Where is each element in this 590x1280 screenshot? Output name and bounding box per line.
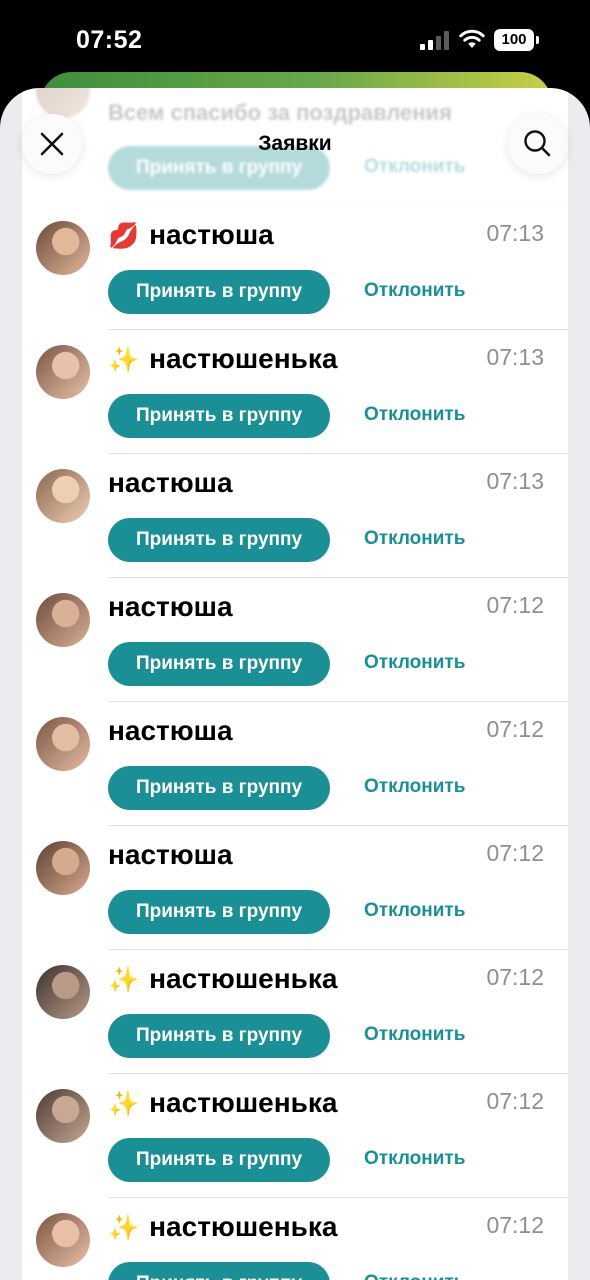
page-title: Заявки: [258, 132, 332, 155]
requester-name: ✨ настюшенька: [108, 962, 337, 997]
status-time: 07:52: [76, 26, 143, 54]
search-button[interactable]: [508, 114, 568, 174]
avatar[interactable]: [36, 593, 90, 647]
avatar[interactable]: [36, 965, 90, 1019]
request-row: ✨ настюшенька 07:12 Принять в группу Отклони…: [22, 950, 568, 1074]
request-row: ✨ настюшенька 07:13 Принять в группу Отклони…: [22, 330, 568, 454]
request-row: ✨ настюшенька 07:12 Принять в группу Отклони…: [22, 1198, 568, 1280]
accept-button[interactable]: Принять в группу: [108, 766, 330, 810]
avatar[interactable]: [36, 1213, 90, 1267]
avatar[interactable]: [36, 221, 90, 275]
reject-button[interactable]: Отклонить: [364, 1024, 465, 1046]
avatar[interactable]: [36, 1089, 90, 1143]
request-row: ✨ настюшенька 07:12 Принять в группу Отклони…: [22, 1074, 568, 1198]
reject-button[interactable]: Отклонить: [364, 1272, 465, 1280]
reject-button[interactable]: Отклонить: [364, 280, 465, 302]
name-text: настюша: [149, 219, 274, 250]
requester-name: настюша: [108, 466, 233, 500]
requester-name: настюша: [108, 714, 233, 748]
request-time: 07:12: [486, 840, 544, 866]
avatar[interactable]: [36, 345, 90, 399]
request-time: 07:13: [486, 468, 544, 494]
reject-button[interactable]: Отклонить: [364, 652, 465, 674]
request-row: настюша 07:13 Принять в группу Отклонить: [22, 454, 568, 578]
name-text: настюшенька: [149, 1211, 338, 1242]
cellular-signal-icon: [420, 30, 450, 50]
request-time: 07:13: [486, 344, 544, 370]
name-emoji: ✨: [108, 1090, 140, 1118]
battery-level: 100: [501, 31, 527, 48]
accept-button[interactable]: Принять в группу: [108, 518, 330, 562]
request-row: настюша 07:12 Принять в группу Отклонить: [22, 826, 568, 950]
avatar[interactable]: [36, 469, 90, 523]
request-time: 07:12: [486, 964, 544, 990]
reject-button[interactable]: Отклонить: [364, 900, 465, 922]
reject-button[interactable]: Отклонить: [364, 776, 465, 798]
name-text: настюша: [108, 839, 233, 870]
accept-button[interactable]: Принять в группу: [108, 642, 330, 686]
name-text: настюша: [108, 467, 233, 498]
accept-button[interactable]: Принять в группу: [108, 890, 330, 934]
requester-name: ✨ настюшенька: [108, 1086, 337, 1121]
name-text: настюшенька: [149, 343, 338, 374]
accept-button[interactable]: Принять в группу: [108, 1014, 330, 1058]
requester-name: настюша: [108, 838, 233, 872]
name-text: настюшенька: [149, 1087, 338, 1118]
reject-button[interactable]: Отклонить: [364, 1148, 465, 1170]
accept-button[interactable]: Принять в группу: [108, 394, 330, 438]
request-time: 07:12: [486, 592, 544, 618]
accept-button[interactable]: Принять в группу: [108, 1138, 330, 1182]
request-time: 07:12: [486, 1088, 544, 1114]
status-bar: 07:52 100: [0, 0, 590, 80]
request-row: настюша 07:12 Принять в группу Отклонить: [22, 702, 568, 826]
reject-button[interactable]: Отклонить: [364, 528, 465, 550]
avatar[interactable]: [36, 717, 90, 771]
name-text: настюша: [108, 715, 233, 746]
request-time: 07:12: [486, 1212, 544, 1238]
search-icon: [524, 130, 551, 157]
requester-name: ✨ настюшенька: [108, 342, 337, 377]
sheet-header: Заявки: [0, 88, 590, 198]
requester-name: ✨ настюшенька: [108, 1210, 337, 1245]
battery-icon: 100: [494, 29, 539, 51]
name-emoji: ✨: [108, 966, 140, 994]
reject-button[interactable]: Отклонить: [364, 404, 465, 426]
requester-name: настюша: [108, 590, 233, 624]
request-list[interactable]: Всем спасибо за поздравления Принять в г…: [22, 88, 568, 1280]
request-row: 💋 настюша 07:13 Принять в группу Отклонить: [22, 206, 568, 330]
name-emoji: 💋: [108, 222, 140, 250]
request-time: 07:13: [486, 220, 544, 246]
accept-button[interactable]: Принять в группу: [108, 1262, 330, 1280]
accept-button[interactable]: Принять в группу: [108, 270, 330, 314]
requests-sheet: Всем спасибо за поздравления Принять в г…: [0, 88, 590, 1280]
name-emoji: ✨: [108, 1214, 140, 1242]
requester-name: 💋 настюша: [108, 218, 274, 253]
name-text: настюша: [108, 591, 233, 622]
name-text: настюшенька: [149, 963, 338, 994]
avatar[interactable]: [36, 841, 90, 895]
name-emoji: ✨: [108, 346, 140, 374]
request-row: настюша 07:12 Принять в группу Отклонить: [22, 578, 568, 702]
wifi-icon: [459, 29, 485, 48]
request-time: 07:12: [486, 716, 544, 742]
